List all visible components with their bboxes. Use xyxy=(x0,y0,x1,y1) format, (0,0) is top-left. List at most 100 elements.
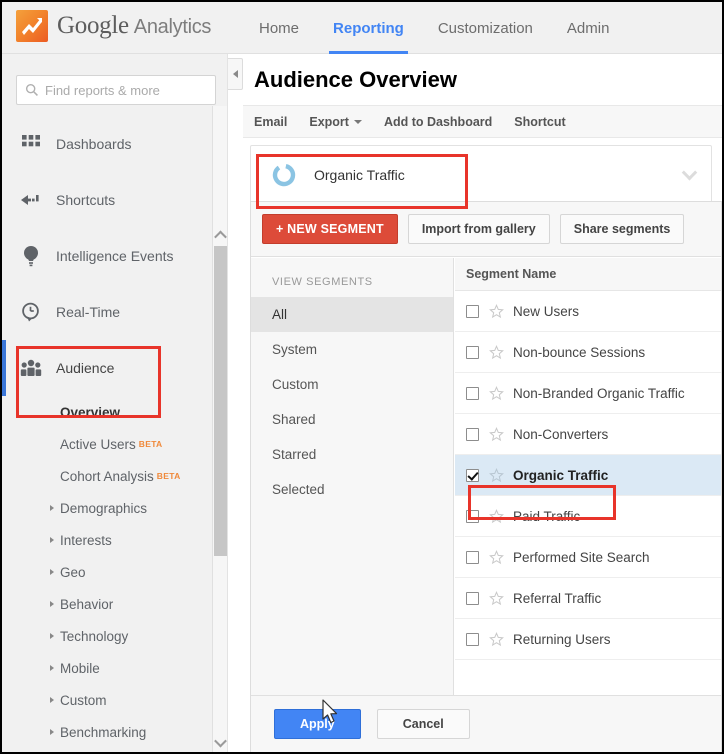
sidebar-subitem-overview[interactable]: Overview xyxy=(2,396,227,428)
nav-home[interactable]: Home xyxy=(242,2,316,54)
segment-checkbox[interactable] xyxy=(466,305,479,318)
table-row[interactable]: Non-Branded Organic Traffic xyxy=(455,373,721,414)
segment-picker-body: VIEW SEGMENTS All System Custom Shared S… xyxy=(251,258,721,695)
sidebar-subitem-behavior[interactable]: Behavior xyxy=(2,588,227,620)
table-row[interactable]: Returning Users xyxy=(455,619,721,660)
segment-chip-organic-traffic[interactable]: Organic Traffic xyxy=(271,154,405,196)
page-title: Audience Overview xyxy=(243,54,722,106)
filter-item-shared[interactable]: Shared xyxy=(251,402,453,437)
star-icon[interactable] xyxy=(489,304,504,319)
sidebar-subitem-technology[interactable]: Technology xyxy=(2,620,227,652)
brand-google: Google xyxy=(57,12,129,39)
toolbar-shortcut-button[interactable]: Shortcut xyxy=(514,115,565,129)
nav-reporting[interactable]: Reporting xyxy=(316,2,421,54)
filter-item-selected[interactable]: Selected xyxy=(251,472,453,507)
table-row[interactable]: Referral Traffic xyxy=(455,578,721,619)
segment-checkbox[interactable] xyxy=(466,633,479,646)
toolbar-shortcut-label: Shortcut xyxy=(514,115,565,129)
filter-item-all[interactable]: All xyxy=(251,297,453,332)
sidebar-subitem-custom[interactable]: Custom xyxy=(2,684,227,716)
chevron-right-icon xyxy=(50,569,54,575)
table-row[interactable]: Non-Converters xyxy=(455,414,721,455)
sidebar-subitem-cohort-analysis[interactable]: Cohort AnalysisBETA xyxy=(2,460,227,492)
star-icon[interactable] xyxy=(489,345,504,360)
sidebar-subitem-geo[interactable]: Geo xyxy=(2,556,227,588)
sidebar-item-intelligence-events[interactable]: Intelligence Events xyxy=(2,228,227,284)
sidebar-item-real-time[interactable]: Real-Time xyxy=(2,284,227,340)
toolbar-add-to-dashboard-button[interactable]: Add to Dashboard xyxy=(384,115,492,129)
chevron-right-icon xyxy=(50,537,54,543)
star-icon[interactable] xyxy=(489,509,504,524)
sidebar-item-dashboards[interactable]: Dashboards xyxy=(2,116,227,172)
table-row[interactable]: Paid Traffic xyxy=(455,496,721,537)
sidebar-subitem-mobile[interactable]: Mobile xyxy=(2,652,227,684)
star-icon[interactable] xyxy=(489,550,504,565)
filter-label-system: System xyxy=(272,342,317,357)
star-icon[interactable] xyxy=(489,632,504,647)
apply-button[interactable]: Apply xyxy=(274,709,361,739)
nav-customization-label: Customization xyxy=(438,20,533,37)
filter-item-custom[interactable]: Custom xyxy=(251,367,453,402)
search-input[interactable] xyxy=(45,83,207,98)
segment-checkbox[interactable] xyxy=(466,592,479,605)
import-from-gallery-button[interactable]: Import from gallery xyxy=(408,214,550,244)
segment-label: Referral Traffic xyxy=(513,591,601,606)
nav-customization[interactable]: Customization xyxy=(421,2,550,54)
report-toolbar: Email Export Add to Dashboard Shortcut xyxy=(243,106,722,138)
segment-checkbox[interactable] xyxy=(466,387,479,400)
browser-window: GoogleAnalytics Home Reporting Customiza… xyxy=(0,0,724,754)
sidebar-subitem-demographics[interactable]: Demographics xyxy=(2,492,227,524)
segment-checkbox[interactable] xyxy=(466,346,479,359)
active-segment-bar: Organic Traffic xyxy=(250,145,712,203)
scrollbar-thumb[interactable] xyxy=(214,246,227,556)
star-icon[interactable] xyxy=(489,386,504,401)
sidebar-subitem-benchmarking[interactable]: Benchmarking xyxy=(2,716,227,748)
table-row[interactable]: Performed Site Search xyxy=(455,537,721,578)
nav-reporting-label: Reporting xyxy=(333,20,404,37)
chevron-right-icon xyxy=(50,633,54,639)
segment-checkbox[interactable] xyxy=(466,428,479,441)
sidebar-subitem-active-users[interactable]: Active UsersBETA xyxy=(2,428,227,460)
star-icon[interactable] xyxy=(489,591,504,606)
app-header: GoogleAnalytics Home Reporting Customiza… xyxy=(2,2,722,54)
new-segment-button[interactable]: + NEW SEGMENT xyxy=(262,214,398,244)
segment-picker-panel: + NEW SEGMENT Import from gallery Share … xyxy=(250,201,722,752)
sidebar-subitem-users-flow[interactable]: Users Flow xyxy=(2,748,227,752)
sidebar-item-shortcuts[interactable]: Shortcuts xyxy=(2,172,227,228)
filter-item-system[interactable]: System xyxy=(251,332,453,367)
search-icon xyxy=(25,83,39,97)
share-segments-button[interactable]: Share segments xyxy=(560,214,685,244)
segment-checkbox-checked[interactable] xyxy=(466,469,479,482)
cancel-label: Cancel xyxy=(403,717,444,731)
segment-name-column: Segment Name New Users Non-bounce Sessio… xyxy=(455,258,721,695)
chevron-right-icon xyxy=(50,697,54,703)
table-row[interactable]: Non-bounce Sessions xyxy=(455,332,721,373)
import-gallery-label: Import from gallery xyxy=(422,222,536,236)
segment-checkbox[interactable] xyxy=(466,551,479,564)
sidebar-collapse-button[interactable] xyxy=(228,58,243,90)
toolbar-export-button[interactable]: Export xyxy=(309,115,362,129)
filter-item-starred[interactable]: Starred xyxy=(251,437,453,472)
sidebar-subitem-interests[interactable]: Interests xyxy=(2,524,227,556)
segment-label: Non-bounce Sessions xyxy=(513,345,645,360)
table-row[interactable]: New Users xyxy=(455,291,721,332)
scroll-down-icon[interactable] xyxy=(213,735,227,750)
sidebar-scrollbar[interactable] xyxy=(212,106,227,752)
segment-expand-button[interactable] xyxy=(678,164,700,186)
table-row-selected[interactable]: Organic Traffic xyxy=(455,455,721,496)
report-content: Audience Overview Email Export Add to Da… xyxy=(243,54,722,752)
cancel-button[interactable]: Cancel xyxy=(377,709,470,739)
sidebar-sublabel-overview: Overview xyxy=(60,405,120,420)
segment-checkbox[interactable] xyxy=(466,510,479,523)
scroll-up-icon[interactable] xyxy=(213,228,227,243)
google-analytics-logo[interactable]: GoogleAnalytics xyxy=(16,10,211,42)
star-icon[interactable] xyxy=(489,427,504,442)
sidebar-label-real-time: Real-Time xyxy=(56,304,120,320)
sidebar-sublabel-demographics: Demographics xyxy=(60,501,147,516)
search-box[interactable] xyxy=(16,75,216,105)
star-icon[interactable] xyxy=(489,468,504,483)
nav-admin[interactable]: Admin xyxy=(550,2,627,54)
toolbar-email-button[interactable]: Email xyxy=(254,115,287,129)
sidebar-item-audience[interactable]: Audience xyxy=(2,340,227,396)
beta-badge: BETA xyxy=(157,471,181,481)
